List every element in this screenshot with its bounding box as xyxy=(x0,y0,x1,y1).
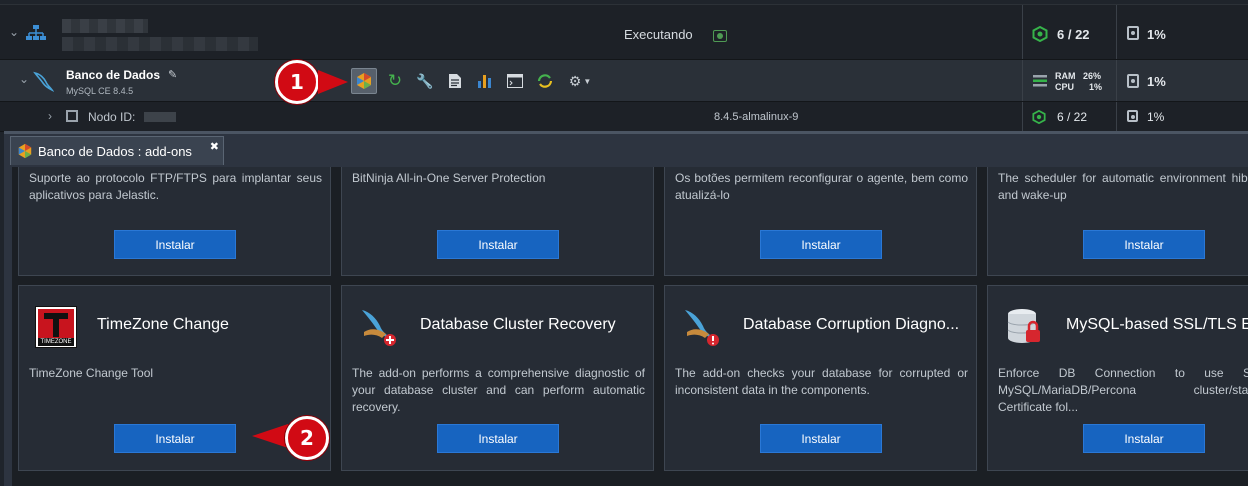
timezone-logo-icon: TIMEZONE xyxy=(35,306,77,348)
install-button[interactable]: Instalar xyxy=(437,230,559,259)
restart-icon[interactable]: ↻ xyxy=(386,71,404,90)
cpu-value: 1% xyxy=(1089,82,1103,92)
add-on-card-agent: Os botões permitem reconfigurar o agente… xyxy=(664,167,977,276)
card-description: The add-on performs a comprehensive diag… xyxy=(352,366,645,414)
environment-name-redacted xyxy=(62,19,148,33)
database-lock-icon xyxy=(1007,309,1040,343)
card-title: Database Cluster Recovery xyxy=(420,316,616,333)
card-description: Enforce DB Connection to use SSL/TLS MyS… xyxy=(998,366,1248,414)
callout-arrow-1 xyxy=(318,70,348,94)
callout-arrow-2 xyxy=(252,424,288,448)
node-id-redacted xyxy=(144,112,176,122)
environment-topology-icon xyxy=(26,25,46,40)
running-status-icon xyxy=(713,30,727,42)
environment-status: Executando xyxy=(624,27,693,42)
node-id-label: Nodo ID: xyxy=(88,110,136,124)
ram-cpu-stack-icon xyxy=(1033,75,1047,87)
chevron-right-icon[interactable]: › xyxy=(48,109,52,123)
disk-icon xyxy=(1127,74,1139,88)
cpu-label: CPU xyxy=(1055,82,1075,92)
card-title: MySQL-based SSL/TLS Enc xyxy=(1066,316,1248,333)
screen: ⌄ Executando 6 / 22 1% ⌄ Banco de Dados … xyxy=(0,0,1248,486)
card-description: Suporte ao protocolo FTP/FTPS para impla… xyxy=(29,171,322,202)
add-ons-grid: Suporte ao protocolo FTP/FTPS para impla… xyxy=(12,167,1248,486)
add-on-card-ftp: Suporte ao protocolo FTP/FTPS para impla… xyxy=(18,167,331,276)
node-disk: 1% xyxy=(1147,110,1165,124)
mysql-dolphin-icon xyxy=(33,71,54,92)
add-on-card-cluster-recovery: Database Cluster Recovery The add-on per… xyxy=(341,285,654,471)
add-ons-icon xyxy=(18,143,32,159)
card-description: The add-on checks your database for corr… xyxy=(675,366,968,397)
node-cloudlets: 6 / 22 xyxy=(1057,110,1088,124)
install-button[interactable]: Instalar xyxy=(114,230,236,259)
disk-usage: 1% xyxy=(1147,74,1166,89)
card-title: Database Corruption Diagno... xyxy=(743,316,960,333)
add-on-card-corruption-diagnostic: Database Corruption Diagno... The add-on… xyxy=(664,285,977,471)
settings-gear-icon[interactable]: ⚙ ▼ xyxy=(566,72,594,90)
chevron-down-icon[interactable]: ⌄ xyxy=(19,72,29,86)
cloudlets-hex-icon xyxy=(1032,26,1048,42)
add-on-card-scheduler: The scheduler for automatic environment … xyxy=(987,167,1248,276)
install-button[interactable]: Instalar xyxy=(1083,230,1205,259)
tab-label: Banco de Dados : add-ons xyxy=(38,143,192,159)
card-description: The scheduler for automatic environment … xyxy=(998,171,1248,202)
layer-version: MySQL CE 8.4.5 xyxy=(66,86,134,96)
statistics-icon[interactable] xyxy=(476,72,494,90)
card-description: Os botões permitem reconfigurar o agente… xyxy=(675,171,968,202)
tab-add-ons[interactable]: Banco de Dados : add-ons ✖ xyxy=(10,136,224,165)
edit-pencil-icon[interactable]: ✎ xyxy=(168,68,177,81)
card-description: TimeZone Change Tool xyxy=(29,366,154,380)
callout-badge-2: 2 xyxy=(285,416,329,460)
card-description: BitNinja All-in-One Server Protection xyxy=(352,171,546,185)
environment-row[interactable]: ⌄ Executando 6 / 22 1% xyxy=(0,4,1248,60)
node-row[interactable]: › Nodo ID: 8.4.5-almalinux-9 6 / 22 1% xyxy=(0,102,1248,132)
cloudlets-hex-icon xyxy=(1032,110,1046,124)
install-button[interactable]: Instalar xyxy=(1083,424,1205,453)
install-button[interactable]: Instalar xyxy=(760,424,882,453)
install-button[interactable]: Instalar xyxy=(760,230,882,259)
chevron-down-icon[interactable]: ⌄ xyxy=(9,25,19,39)
disk-icon xyxy=(1127,110,1138,122)
install-button[interactable]: Instalar xyxy=(114,424,236,453)
redeploy-icon[interactable] xyxy=(536,72,554,90)
disk-icon xyxy=(1127,26,1139,40)
close-icon[interactable]: ✖ xyxy=(210,140,219,153)
environment-domain-redacted xyxy=(62,37,258,51)
callout-badge-1: 1 xyxy=(275,60,319,104)
ram-value: 26% xyxy=(1083,71,1102,81)
mysql-recovery-icon xyxy=(362,310,396,346)
add-ons-panel: Banco de Dados : add-ons ✖ Suporte ao pr… xyxy=(4,131,1248,486)
disk-usage: 1% xyxy=(1147,27,1166,42)
mysql-corruption-icon xyxy=(685,310,719,346)
layer-name[interactable]: Banco de Dados xyxy=(66,68,160,82)
add-on-card-bitninja: BitNinja All-in-One Server Protection In… xyxy=(341,167,654,276)
add-on-card-ssl-tls: MySQL-based SSL/TLS Enc Enforce DB Conne… xyxy=(987,285,1248,471)
ram-label: RAM xyxy=(1055,71,1076,81)
card-title: TimeZone Change xyxy=(97,316,229,333)
install-button[interactable]: Instalar xyxy=(437,424,559,453)
node-version: 8.4.5-almalinux-9 xyxy=(714,111,799,123)
cloudlets-value: 6 / 22 xyxy=(1057,27,1090,42)
log-file-icon[interactable] xyxy=(446,72,464,90)
web-ssh-icon[interactable] xyxy=(506,72,524,90)
database-layer-row[interactable]: ⌄ Banco de Dados ✎ MySQL CE 8.4.5 ↻ 🔧 ⚙ … xyxy=(0,60,1248,102)
config-wrench-icon[interactable]: 🔧 xyxy=(416,72,434,90)
node-server-icon xyxy=(66,110,78,122)
add-ons-icon[interactable] xyxy=(351,68,377,94)
